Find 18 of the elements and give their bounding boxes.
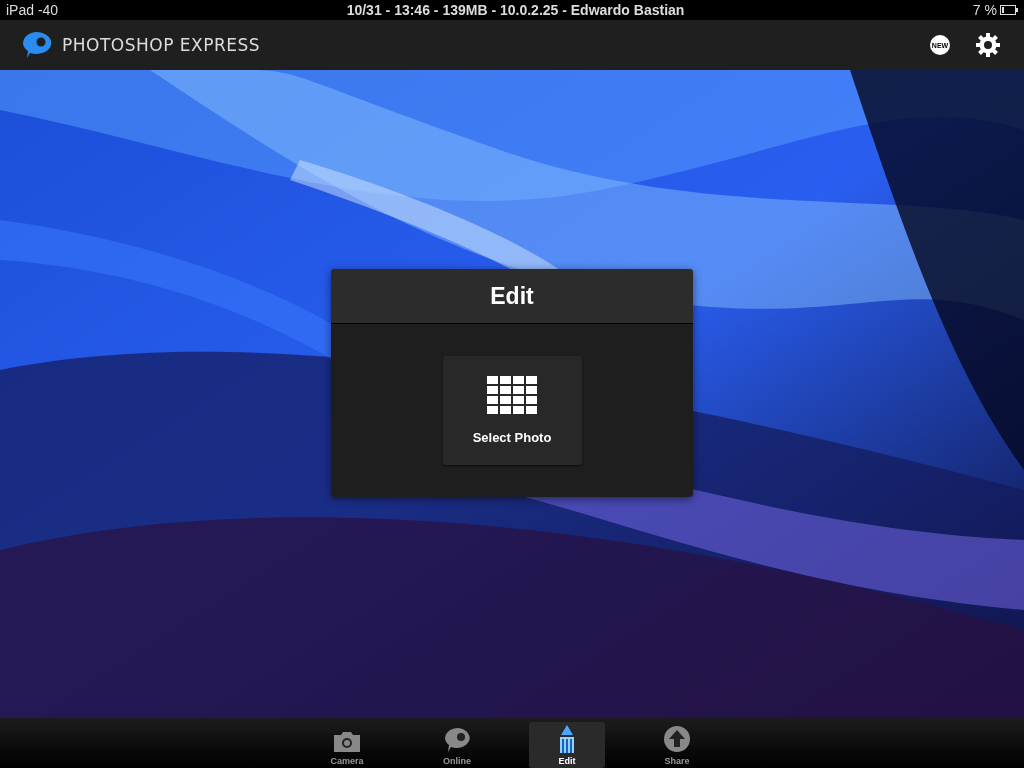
- select-photo-button[interactable]: Select Photo: [442, 356, 582, 465]
- app-title: PHOTOSHOP EXPRESS: [62, 35, 261, 55]
- tab[interactable]: Camera: [309, 722, 385, 768]
- tab[interactable]: Online: [419, 722, 495, 768]
- tab[interactable]: Share: [639, 722, 715, 768]
- settings-icon[interactable]: [976, 33, 1000, 57]
- dialog-title: Edit: [490, 282, 534, 310]
- battery-icon: [1000, 5, 1018, 15]
- battery-percent: 7 %: [972, 2, 997, 18]
- pencil-icon: [557, 725, 577, 753]
- device-name: iPad -40: [6, 2, 59, 18]
- speech-bubble-icon: [442, 727, 472, 753]
- camera-icon: [332, 731, 362, 753]
- status-info: 10/31 - 13:46 - 139MB - 10.0.2.25 - Edwardo Bastian: [346, 2, 685, 18]
- grid-icon: [487, 376, 537, 414]
- logo-icon: [20, 31, 52, 59]
- upload-icon: [663, 725, 691, 753]
- tab[interactable]: Edit: [529, 722, 605, 768]
